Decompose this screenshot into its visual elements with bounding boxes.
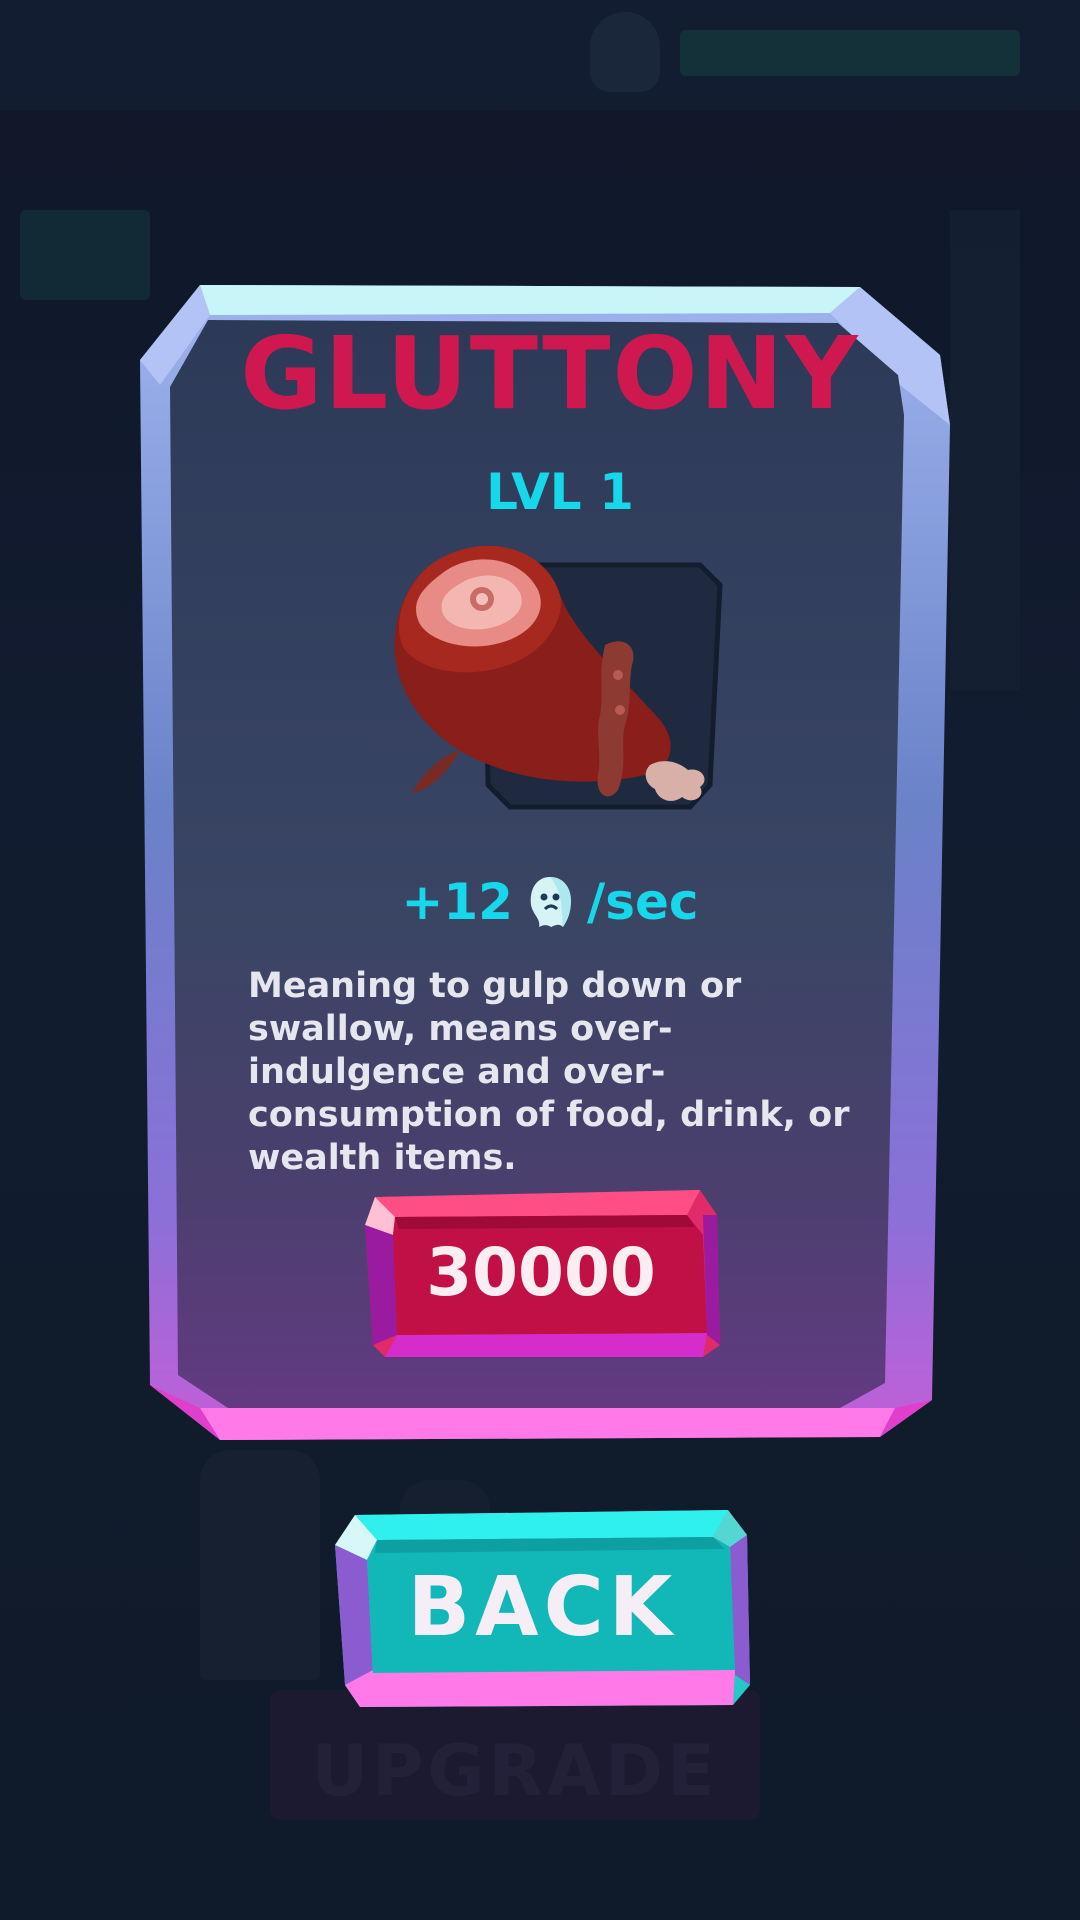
background-ghost-icon xyxy=(590,12,660,92)
back-button[interactable]: BACK xyxy=(335,1505,750,1710)
background-left-panel xyxy=(20,210,150,300)
upgrade-title: GLUTTONY xyxy=(240,315,860,432)
income-rate: +12 /sec xyxy=(140,873,960,931)
ghost-icon xyxy=(530,877,571,927)
background-currency-bar xyxy=(680,30,1020,76)
level-label: LVL 1 xyxy=(486,463,634,521)
background-right-column xyxy=(950,210,1020,690)
price-label: 30000 xyxy=(426,1234,656,1311)
back-label: BACK xyxy=(407,1560,678,1655)
game-screen: UPGRADE GLUTTONY LVL 1 +12 /sec Meaning … xyxy=(0,0,1080,1920)
upgrade-card: GLUTTONY LVL 1 +12 /sec Meaning to gulp … xyxy=(140,275,960,1443)
meat-leg-icon xyxy=(394,545,723,810)
rate-unit: /sec xyxy=(586,873,699,931)
background-upgrade-label: UPGRADE xyxy=(311,1730,719,1812)
buy-price-button[interactable]: 30000 xyxy=(365,1185,725,1360)
upgrade-description: Meaning to gulp down or swallow, means o… xyxy=(248,966,850,1178)
rate-amount: +12 xyxy=(401,873,513,931)
background-figure xyxy=(200,1450,320,1680)
